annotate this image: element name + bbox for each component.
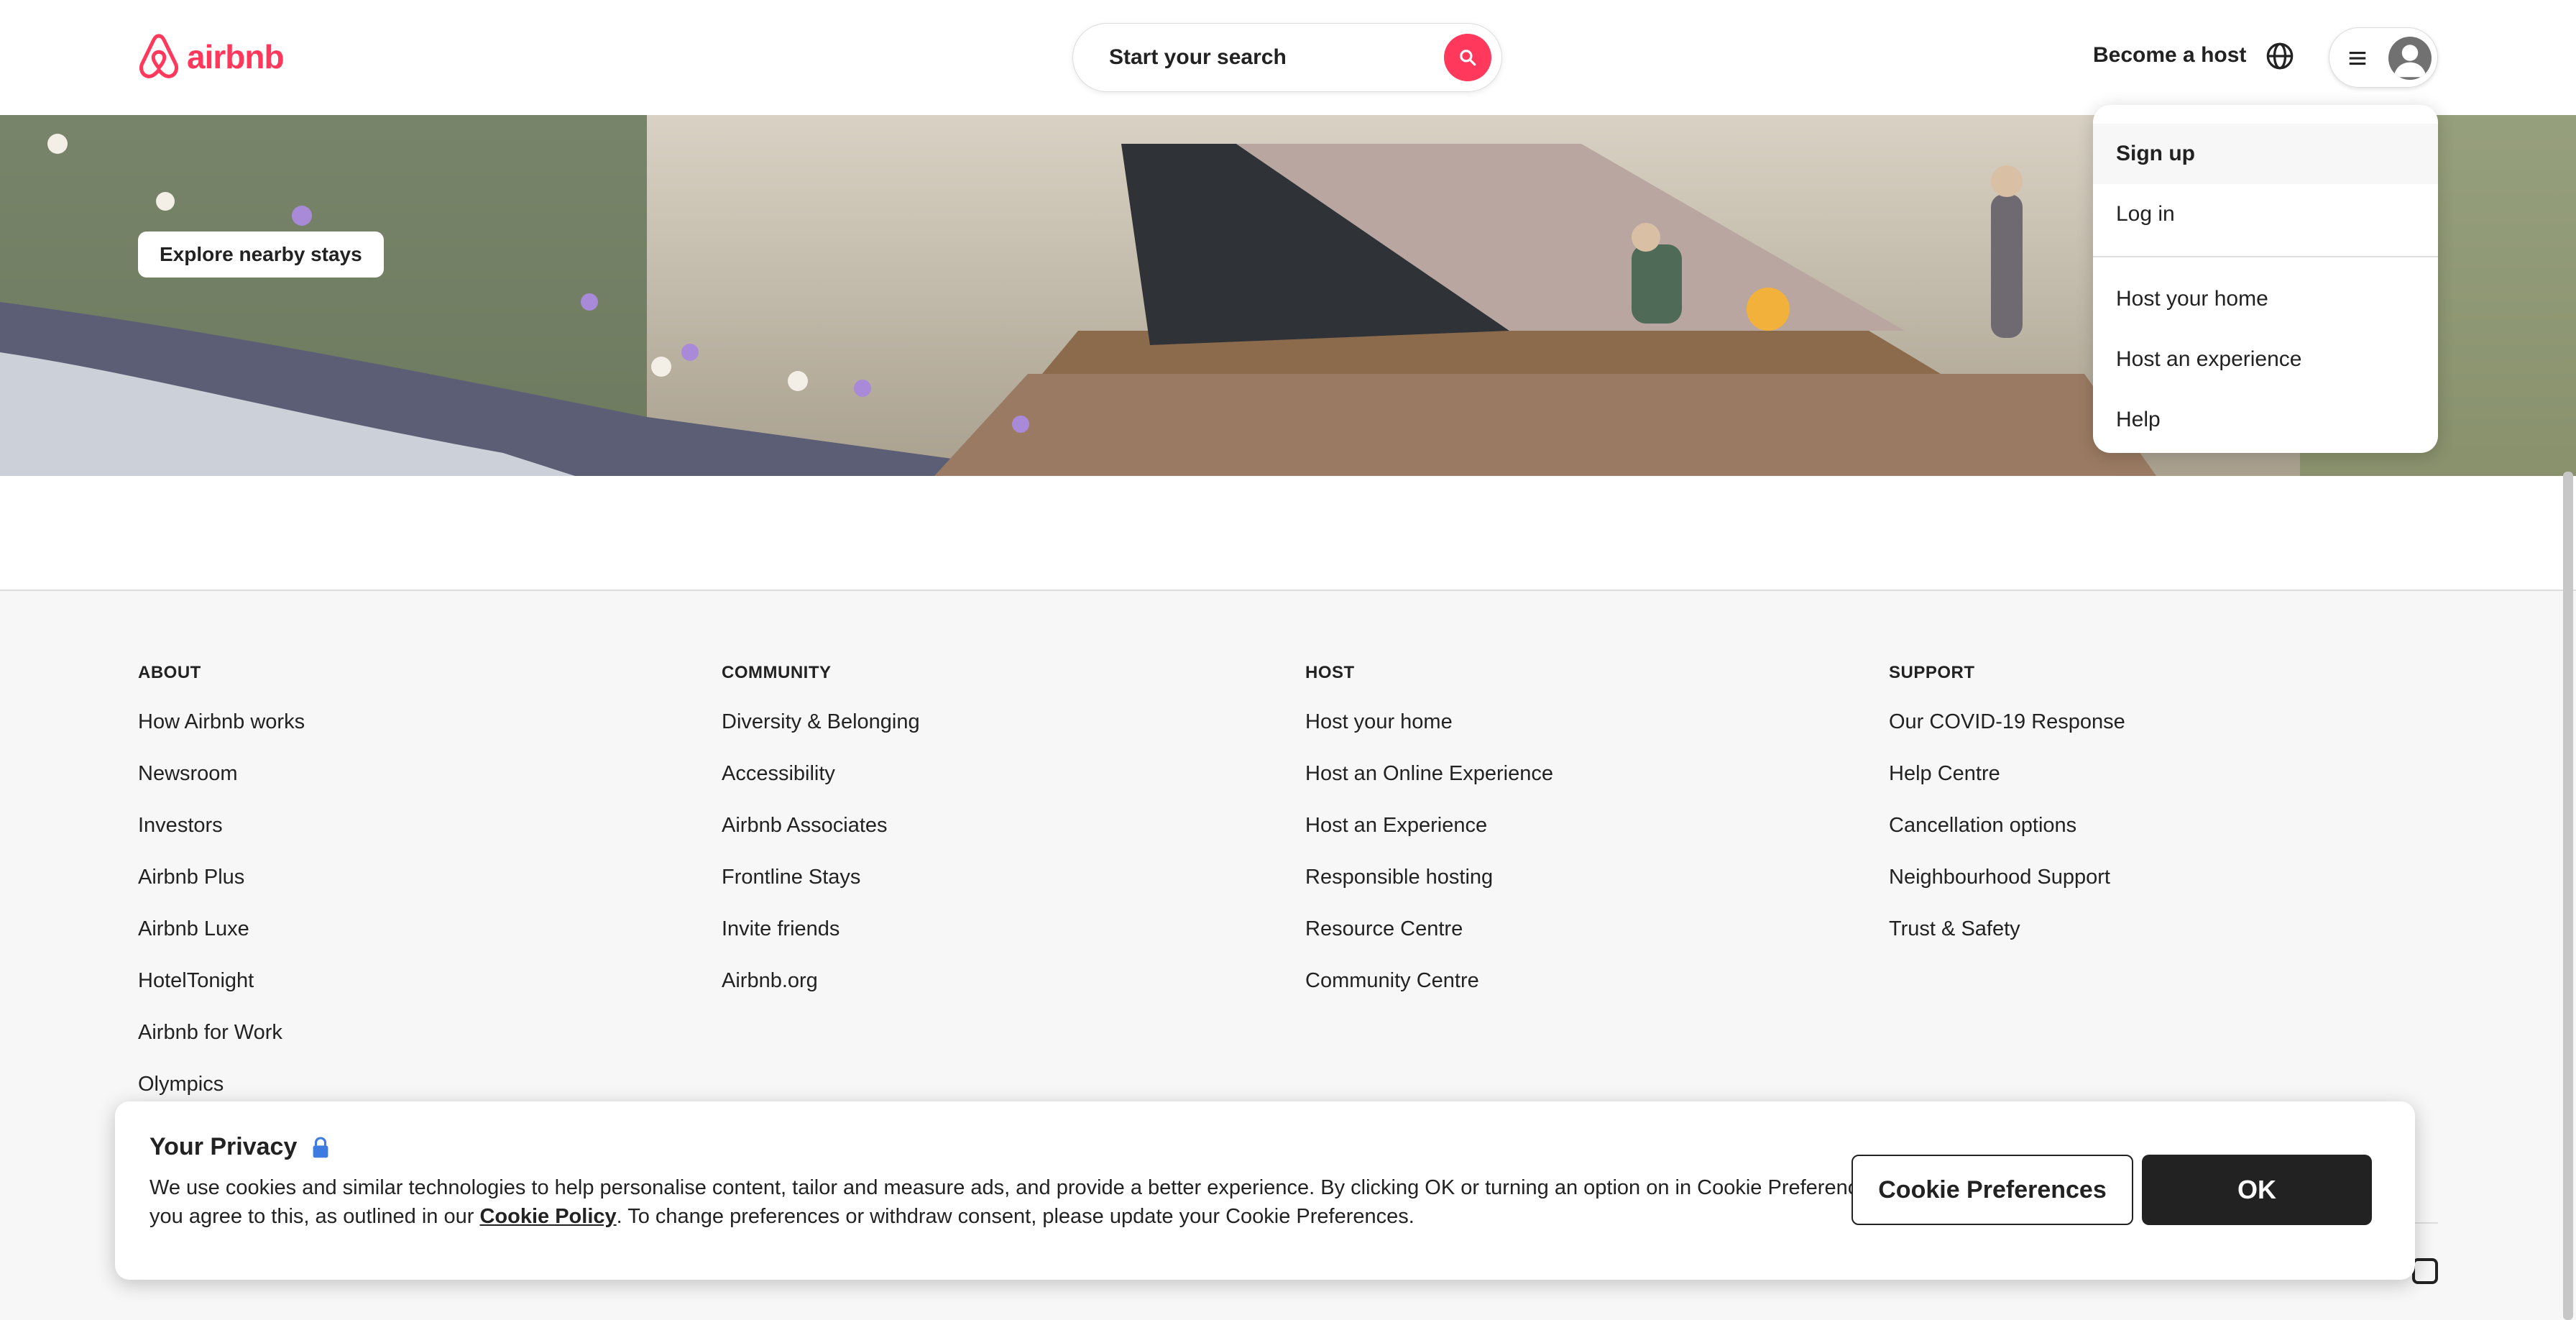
footer-link[interactable]: Investors bbox=[138, 814, 305, 866]
cookie-consent-banner: Your Privacy We use cookies and similar … bbox=[115, 1101, 2415, 1280]
footer-link[interactable]: HotelTonight bbox=[138, 969, 305, 1021]
footer-link[interactable]: Cancellation options bbox=[1889, 814, 2125, 866]
user-dropdown-menu: Sign up Log in Host your home Host an ex… bbox=[2093, 105, 2438, 453]
site-header: airbnb Start your search Become a host bbox=[0, 0, 2576, 115]
hamburger-menu-icon bbox=[2349, 51, 2366, 65]
search-placeholder[interactable]: Start your search bbox=[1109, 45, 1287, 70]
footer-link[interactable]: Host your home bbox=[1305, 710, 1553, 762]
cookie-title-text: Your Privacy bbox=[150, 1133, 298, 1160]
footer-column-about: ABOUT How Airbnb works Newsroom Investor… bbox=[138, 663, 305, 1124]
menu-item-host-experience[interactable]: Host an experience bbox=[2093, 329, 2438, 390]
globe-icon[interactable] bbox=[2266, 42, 2294, 70]
search-bar[interactable]: Start your search bbox=[1072, 23, 1502, 92]
footer-link[interactable]: Airbnb.org bbox=[722, 969, 920, 1021]
footer-column-community: COMMUNITY Diversity & Belonging Accessib… bbox=[722, 663, 920, 1021]
footer-link[interactable]: Diversity & Belonging bbox=[722, 710, 920, 762]
footer-column-title: SUPPORT bbox=[1889, 663, 1975, 682]
menu-item-sign-up[interactable]: Sign up bbox=[2093, 124, 2438, 184]
footer-link[interactable]: Our COVID-19 Response bbox=[1889, 710, 2125, 762]
footer-link[interactable]: Newsroom bbox=[138, 762, 305, 814]
footer-column-title: COMMUNITY bbox=[722, 663, 832, 682]
cookie-ok-button[interactable]: OK bbox=[2142, 1155, 2372, 1225]
footer-column-title: ABOUT bbox=[138, 663, 201, 682]
user-menu-button[interactable] bbox=[2329, 27, 2438, 88]
become-host-link[interactable]: Become a host bbox=[2093, 43, 2246, 68]
cookie-banner-text: We use cookies and similar technologies … bbox=[150, 1173, 1889, 1231]
footer-link[interactable]: Airbnb Luxe bbox=[138, 917, 305, 969]
menu-item-help[interactable]: Help bbox=[2093, 390, 2438, 450]
footer-link[interactable]: Host an Experience bbox=[1305, 814, 1553, 866]
footer-link[interactable]: Host an Online Experience bbox=[1305, 762, 1553, 814]
explore-nearby-button[interactable]: Explore nearby stays bbox=[138, 232, 384, 278]
user-silhouette-icon bbox=[2393, 45, 2426, 78]
page-scrollbar[interactable] bbox=[2563, 472, 2573, 1320]
footer-link[interactable]: How Airbnb works bbox=[138, 710, 305, 762]
footer-link[interactable]: Neighbourhood Support bbox=[1889, 866, 2125, 917]
cookie-preferences-button[interactable]: Cookie Preferences bbox=[1852, 1155, 2133, 1225]
user-avatar bbox=[2388, 37, 2432, 80]
footer-link[interactable]: Frontline Stays bbox=[722, 866, 920, 917]
footer-link[interactable]: Community Centre bbox=[1305, 969, 1553, 1021]
footer-link[interactable]: Invite friends bbox=[722, 917, 920, 969]
instagram-icon[interactable] bbox=[2412, 1258, 2438, 1284]
search-icon bbox=[1460, 50, 1476, 66]
airbnb-logo-icon bbox=[139, 34, 179, 78]
cookie-text-part-2: . To change preferences or withdraw cons… bbox=[616, 1205, 1414, 1228]
menu-item-host-home[interactable]: Host your home bbox=[2093, 269, 2438, 329]
brand-name: airbnb bbox=[187, 38, 285, 75]
cookie-policy-link[interactable]: Cookie Policy bbox=[479, 1205, 616, 1228]
footer-link[interactable]: Airbnb Plus bbox=[138, 866, 305, 917]
search-button[interactable] bbox=[1444, 34, 1491, 81]
footer-link[interactable]: Help Centre bbox=[1889, 762, 2125, 814]
menu-item-log-in[interactable]: Log in bbox=[2093, 184, 2438, 244]
footer-link[interactable]: Trust & Safety bbox=[1889, 917, 2125, 969]
footer-link[interactable]: Airbnb for Work bbox=[138, 1021, 305, 1073]
cookie-banner-title: Your Privacy bbox=[150, 1133, 330, 1161]
footer-column-host: HOST Host your home Host an Online Exper… bbox=[1305, 663, 1553, 1021]
footer-column-title: HOST bbox=[1305, 663, 1355, 682]
menu-divider bbox=[2093, 256, 2438, 257]
footer-link[interactable]: Resource Centre bbox=[1305, 917, 1553, 969]
footer-link[interactable]: Accessibility bbox=[722, 762, 920, 814]
footer-column-support: SUPPORT Our COVID-19 Response Help Centr… bbox=[1889, 663, 2125, 969]
footer-link[interactable]: Airbnb Associates bbox=[722, 814, 920, 866]
footer-link[interactable]: Responsible hosting bbox=[1305, 866, 1553, 917]
lock-icon bbox=[313, 1136, 328, 1158]
airbnb-logo[interactable]: airbnb bbox=[137, 33, 285, 81]
